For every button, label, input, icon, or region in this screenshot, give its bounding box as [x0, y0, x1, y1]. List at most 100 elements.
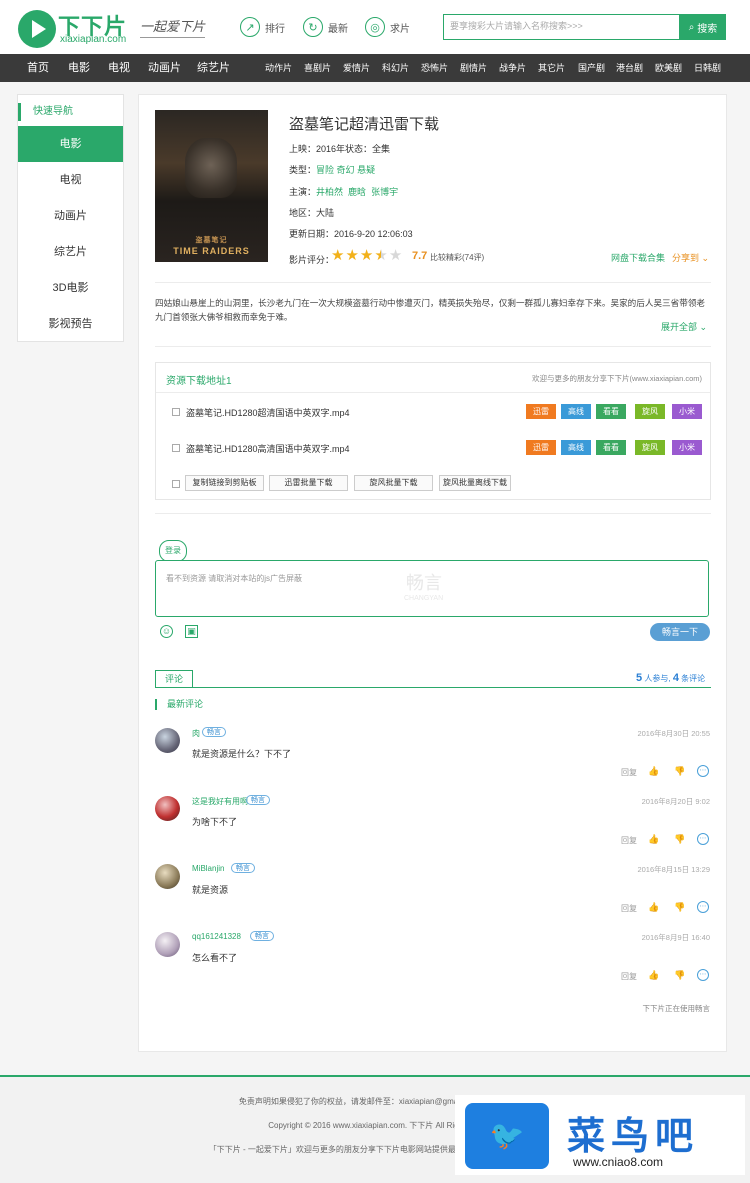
- sidebar-item-movie[interactable]: 电影: [18, 126, 123, 162]
- tag-xuanfeng[interactable]: 旋风: [635, 404, 665, 419]
- tag-gaoxian[interactable]: 高线: [561, 440, 591, 455]
- comment-user[interactable]: qq161241328: [192, 932, 241, 941]
- star-icon[interactable]: ★: [345, 248, 358, 263]
- sidebar-item-tv[interactable]: 电视: [18, 162, 123, 198]
- emoji-icon[interactable]: ☺: [160, 625, 173, 638]
- reply-button[interactable]: 回复: [621, 767, 637, 778]
- image-icon[interactable]: ▣: [185, 625, 198, 638]
- rating-label: 影片评分：: [289, 255, 335, 265]
- avatar[interactable]: [155, 728, 180, 753]
- nav-item-variety[interactable]: 综艺片: [197, 54, 230, 82]
- tag-xunlei[interactable]: 迅雷: [526, 404, 556, 419]
- nav-item-movie[interactable]: 电影: [68, 54, 90, 82]
- thumbs-up-icon[interactable]: 👍: [648, 970, 659, 980]
- movie-description: 四姑娘山悬崖上的山洞里，长沙老九门在一次大规模盗墓行动中惨遭灭门，精英损失殆尽，…: [155, 298, 706, 322]
- genre-link[interactable]: 悬疑: [357, 165, 375, 175]
- nav-sub-romance[interactable]: 爱情片: [343, 54, 370, 82]
- reply-button[interactable]: 回复: [621, 835, 637, 846]
- xunlei-bulk-button[interactable]: 迅雷批量下载: [269, 475, 348, 491]
- reply-button[interactable]: 回复: [621, 903, 637, 914]
- sidebar-item-trailer[interactable]: 影视预告: [18, 306, 123, 342]
- cloud-download-link[interactable]: 网盘下载合集: [611, 251, 665, 264]
- cast-link[interactable]: 张博宇: [371, 187, 398, 197]
- star-icon[interactable]: ★: [374, 248, 387, 263]
- rating-stars[interactable]: ★ ★ ★ ★ ★: [331, 248, 402, 263]
- share-comment-icon[interactable]: ⋯: [697, 901, 709, 913]
- nav-sub-scifi[interactable]: 科幻片: [382, 54, 409, 82]
- top-link-latest[interactable]: ↻ 最新: [303, 16, 348, 38]
- nav-item-anime[interactable]: 动画片: [148, 54, 181, 82]
- comment-user[interactable]: MiBlanjin: [192, 864, 224, 873]
- nav-item-home[interactable]: 首页: [27, 54, 49, 82]
- nav-sub-western[interactable]: 欧美剧: [655, 54, 682, 82]
- thumbs-up-icon[interactable]: 👍: [648, 834, 659, 844]
- nav-sub-jpkr[interactable]: 日韩剧: [694, 54, 721, 82]
- post-comment-button[interactable]: 畅言一下: [650, 623, 710, 641]
- nav-sub-drama[interactable]: 剧情片: [460, 54, 487, 82]
- nav-sub-other[interactable]: 其它片: [538, 54, 565, 82]
- tag-xunlei[interactable]: 迅雷: [526, 440, 556, 455]
- select-all-checkbox[interactable]: [172, 480, 180, 488]
- sidebar-item-anime[interactable]: 动画片: [18, 198, 123, 234]
- logo-play-icon[interactable]: [18, 10, 56, 48]
- xuanfeng-offline-button[interactable]: 旋风批量离线下载: [439, 475, 511, 491]
- nav-sub-domestic[interactable]: 国产剧: [578, 54, 605, 82]
- download-checkbox[interactable]: [172, 444, 180, 452]
- comment-user[interactable]: 这是我好有用啊: [192, 796, 248, 807]
- thumbs-up-icon[interactable]: 👍: [648, 766, 659, 776]
- share-comment-icon[interactable]: ⋯: [697, 833, 709, 845]
- avatar[interactable]: [155, 796, 180, 821]
- nav-sub-horror[interactable]: 恐怖片: [421, 54, 448, 82]
- thumbs-down-icon[interactable]: 👎: [674, 834, 685, 844]
- nav-sub-war[interactable]: 战争片: [499, 54, 526, 82]
- share-comment-icon[interactable]: ⋯: [697, 765, 709, 777]
- download-file-name[interactable]: 盗墓笔记.HD1280高清国语中英双字.mp4: [186, 442, 350, 455]
- reply-button[interactable]: 回复: [621, 971, 637, 982]
- tab-comments[interactable]: 评论: [155, 670, 193, 688]
- tag-kankan[interactable]: 看看: [596, 404, 626, 419]
- poster-mask-art: [185, 138, 237, 198]
- top-link-rank[interactable]: ↗ 排行: [240, 16, 285, 38]
- chart-icon: ↗: [240, 17, 260, 37]
- tag-kankan[interactable]: 看看: [596, 440, 626, 455]
- comment-input[interactable]: 看不到资源 请取消对本站的js广告屏蔽 畅言 CHANGYAN: [155, 560, 709, 617]
- search-input[interactable]: 要享搜彩大片请输入名称搜索>>>: [443, 14, 680, 40]
- tag-xiaomi[interactable]: 小米: [672, 404, 702, 419]
- comment-user[interactable]: 肉: [192, 728, 200, 739]
- cast-link[interactable]: 井柏然: [316, 187, 343, 197]
- download-checkbox[interactable]: [172, 408, 180, 416]
- avatar[interactable]: [155, 932, 180, 957]
- download-file-name[interactable]: 盗墓笔记.HD1280超清国语中英双字.mp4: [186, 406, 350, 419]
- thumbs-down-icon[interactable]: 👎: [674, 902, 685, 912]
- top-link-request[interactable]: ◎ 求片: [365, 16, 410, 38]
- nav-sub-action[interactable]: 动作片: [265, 54, 292, 82]
- nav-sub-comedy[interactable]: 喜剧片: [304, 54, 331, 82]
- nav-sub-hktw[interactable]: 港台剧: [616, 54, 643, 82]
- tag-gaoxian[interactable]: 高线: [561, 404, 591, 419]
- movie-poster[interactable]: 盗墓笔记 TIME RAIDERS: [155, 110, 268, 262]
- star-icon[interactable]: ★: [389, 248, 402, 263]
- star-icon[interactable]: ★: [331, 248, 344, 263]
- sidebar-item-variety[interactable]: 综艺片: [18, 234, 123, 270]
- xuanfeng-bulk-button[interactable]: 旋风批量下载: [354, 475, 433, 491]
- thumbs-down-icon[interactable]: 👎: [674, 766, 685, 776]
- tag-xuanfeng[interactable]: 旋风: [635, 440, 665, 455]
- thumbs-down-icon[interactable]: 👎: [674, 970, 685, 980]
- share-comment-icon[interactable]: ⋯: [697, 969, 709, 981]
- download-title: 资源下载地址1: [166, 376, 232, 387]
- avatar[interactable]: [155, 864, 180, 889]
- tag-xiaomi[interactable]: 小米: [672, 440, 702, 455]
- login-button[interactable]: 登录: [159, 540, 187, 562]
- powered-by-changyan[interactable]: 下下片正在使用畅言: [600, 1003, 711, 1014]
- genre-link[interactable]: 奇幻: [337, 165, 355, 175]
- star-icon[interactable]: ★: [360, 248, 373, 263]
- copy-links-button[interactable]: 复制链接到剪贴板: [185, 475, 264, 491]
- expand-all-button[interactable]: 展开全部 ⌄: [661, 320, 707, 333]
- share-button[interactable]: 分享到 ⌄: [672, 251, 709, 264]
- search-button[interactable]: ⌕ 搜索: [680, 14, 726, 40]
- nav-item-tv[interactable]: 电视: [108, 54, 130, 82]
- cast-link[interactable]: 鹿晗: [348, 187, 366, 197]
- sidebar-item-3d[interactable]: 3D电影: [18, 270, 123, 306]
- genre-link[interactable]: 冒险: [316, 165, 334, 175]
- thumbs-up-icon[interactable]: 👍: [648, 902, 659, 912]
